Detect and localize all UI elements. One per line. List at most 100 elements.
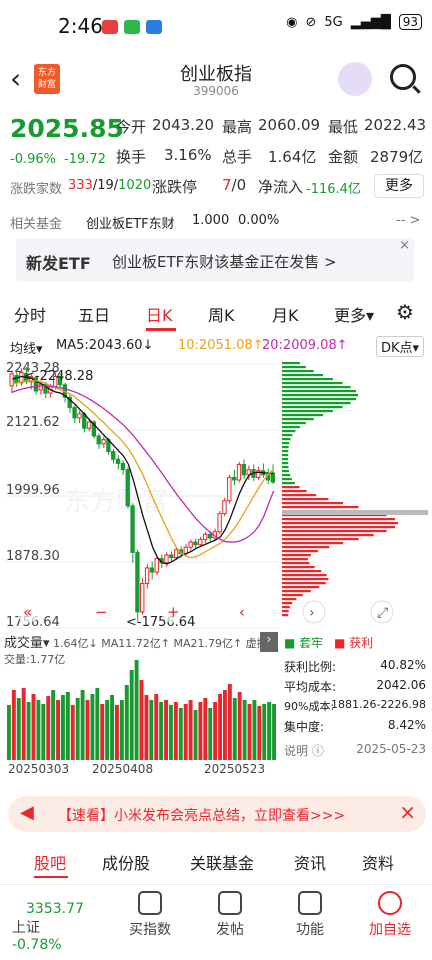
chip-bar bbox=[282, 522, 399, 525]
chart-icon bbox=[138, 891, 162, 915]
chip-bar bbox=[282, 406, 343, 409]
volume-bar bbox=[164, 700, 168, 760]
ma-dropdown[interactable]: 均线▾ bbox=[10, 338, 43, 357]
candle bbox=[222, 500, 227, 515]
volume-bar bbox=[65, 692, 70, 760]
candle bbox=[111, 451, 116, 460]
notice-close-icon[interactable]: × bbox=[399, 800, 416, 824]
tab-weekly-k[interactable]: 周K bbox=[208, 302, 235, 326]
tab-related-funds[interactable]: 关联基金 bbox=[190, 850, 254, 874]
tab-daily-k[interactable]: 日K bbox=[146, 302, 173, 326]
candle bbox=[125, 469, 130, 507]
expand-right-icon[interactable]: › bbox=[260, 632, 278, 652]
volume-bar bbox=[203, 698, 208, 760]
chart-control-icon[interactable]: + bbox=[167, 603, 180, 621]
volume-bar bbox=[80, 690, 85, 760]
chart-control-icon[interactable]: ‹ bbox=[239, 603, 245, 621]
volume-bar bbox=[61, 695, 65, 760]
chip-control-icon[interactable]: ⤢ bbox=[377, 605, 388, 621]
volume-dropdown[interactable]: 成交量▾ bbox=[4, 636, 50, 651]
chart-control-icon[interactable]: − bbox=[95, 603, 108, 621]
fund-arrow-icon[interactable]: -- > bbox=[396, 213, 420, 228]
ratio-value: 40.82% bbox=[380, 658, 426, 672]
change-pct: -0.96% bbox=[10, 152, 56, 167]
nav-bar: ‹ 东方财富 创业板指 399006 bbox=[0, 56, 432, 102]
chip-bar bbox=[282, 462, 289, 465]
dk-point-dropdown[interactable]: DK点▾ bbox=[376, 336, 425, 357]
volume-bar bbox=[129, 670, 134, 760]
post-button[interactable]: 发帖 bbox=[200, 889, 260, 939]
candle bbox=[270, 472, 275, 483]
chip-bar bbox=[282, 586, 320, 589]
tab-profile[interactable]: 资料 bbox=[362, 850, 394, 874]
help-link[interactable]: 说明 ⓘ bbox=[284, 742, 324, 759]
chip-bar bbox=[282, 410, 333, 413]
tab-forum[interactable]: 股吧 bbox=[34, 850, 66, 874]
volume-bar bbox=[16, 698, 21, 760]
tab-news[interactable]: 资讯 bbox=[294, 850, 326, 874]
clock: 2:46 bbox=[58, 14, 103, 38]
more-button[interactable]: 更多 bbox=[374, 174, 424, 198]
tab-more[interactable]: 更多▾ bbox=[334, 302, 374, 326]
functions-button[interactable]: 功能 bbox=[280, 889, 340, 939]
chip-control-icon[interactable]: › bbox=[309, 605, 315, 621]
chip-stats: ■ 套牢 ■ 获利 获利比例: 40.82% 平均成本: 2042.06 90%… bbox=[284, 632, 430, 760]
tab-constituents[interactable]: 成份股 bbox=[102, 850, 150, 874]
volume-label: 总手 bbox=[222, 148, 253, 166]
date-label-2: 20250408 bbox=[92, 762, 154, 776]
inflow-value: -116.4亿 bbox=[306, 182, 361, 197]
chip-bar bbox=[282, 566, 315, 569]
settings-gear-icon[interactable]: ⚙ bbox=[396, 300, 414, 324]
candle bbox=[231, 476, 237, 481]
fund-label: 相关基金 bbox=[10, 217, 63, 232]
related-fund-row[interactable]: 相关基金 创业板ETF东财 1.000 0.00% -- > bbox=[0, 204, 432, 238]
chip-bar bbox=[282, 438, 291, 441]
volume-bar bbox=[119, 700, 124, 760]
volume-bar bbox=[31, 694, 36, 760]
current-price-marker bbox=[282, 510, 428, 515]
volume-bar bbox=[41, 704, 46, 760]
open-label: 今开 bbox=[116, 118, 147, 136]
chip-bar bbox=[282, 602, 293, 605]
volume-bar bbox=[223, 690, 227, 760]
quote-panel: 2025.85 今开 2043.20 最高 2060.09 最低 2022.43… bbox=[0, 108, 432, 200]
volume-bar bbox=[46, 696, 51, 760]
assistant-icon[interactable] bbox=[338, 62, 372, 96]
chart-control-icon[interactable]: « bbox=[23, 603, 32, 621]
tab-5day[interactable]: 五日 bbox=[78, 302, 110, 326]
chip-bar bbox=[282, 494, 317, 497]
banner-text: 创业板ETF东财该基金正在发售 > bbox=[112, 253, 337, 271]
news-notice[interactable]: ◀ 【速看】小米发布会亮点总结，立即查看>>> × bbox=[8, 796, 426, 832]
banner-close-icon[interactable]: × bbox=[399, 238, 410, 253]
chip-bar bbox=[282, 554, 311, 557]
candle bbox=[144, 567, 150, 584]
volume-bar bbox=[134, 660, 139, 760]
shanghai-index-ticker[interactable]: 3353.77 上证 -0.78% bbox=[12, 901, 92, 953]
limit-values: 7/0 bbox=[222, 176, 247, 194]
add-watchlist-button[interactable]: 加自选 bbox=[360, 889, 420, 939]
y-tick-label: 1878.30 bbox=[6, 549, 60, 564]
candle bbox=[154, 558, 159, 573]
date-label-1: 20250303 bbox=[8, 762, 70, 776]
search-icon[interactable] bbox=[390, 64, 416, 90]
candlestick-chart[interactable]: 东方财富2243.282121.621999.961878.301756.64<… bbox=[4, 360, 280, 630]
volume-bar bbox=[56, 700, 60, 760]
volume-bar bbox=[11, 690, 16, 760]
candle bbox=[14, 375, 19, 384]
candle bbox=[227, 476, 232, 502]
chip-bar bbox=[282, 414, 323, 417]
new-etf-banner[interactable]: 新发ETF 创业板ETF东财该基金正在发售 > × bbox=[16, 238, 414, 282]
wechat-icon bbox=[124, 20, 140, 34]
volume-bar bbox=[257, 706, 262, 760]
tab-timeshare[interactable]: 分时 bbox=[14, 302, 46, 326]
buy-index-button[interactable]: 买指数 bbox=[120, 889, 180, 939]
chip-bar bbox=[282, 370, 314, 373]
volume-bar bbox=[262, 704, 267, 760]
chip-bar bbox=[282, 574, 327, 577]
low-value: 2022.43 bbox=[364, 116, 427, 134]
volume-bar bbox=[7, 705, 11, 760]
volume-bar bbox=[267, 702, 272, 760]
chip-date: 2025-05-23 bbox=[356, 742, 426, 756]
volume-bar bbox=[110, 695, 114, 760]
tab-monthly-k[interactable]: 月K bbox=[272, 302, 299, 326]
